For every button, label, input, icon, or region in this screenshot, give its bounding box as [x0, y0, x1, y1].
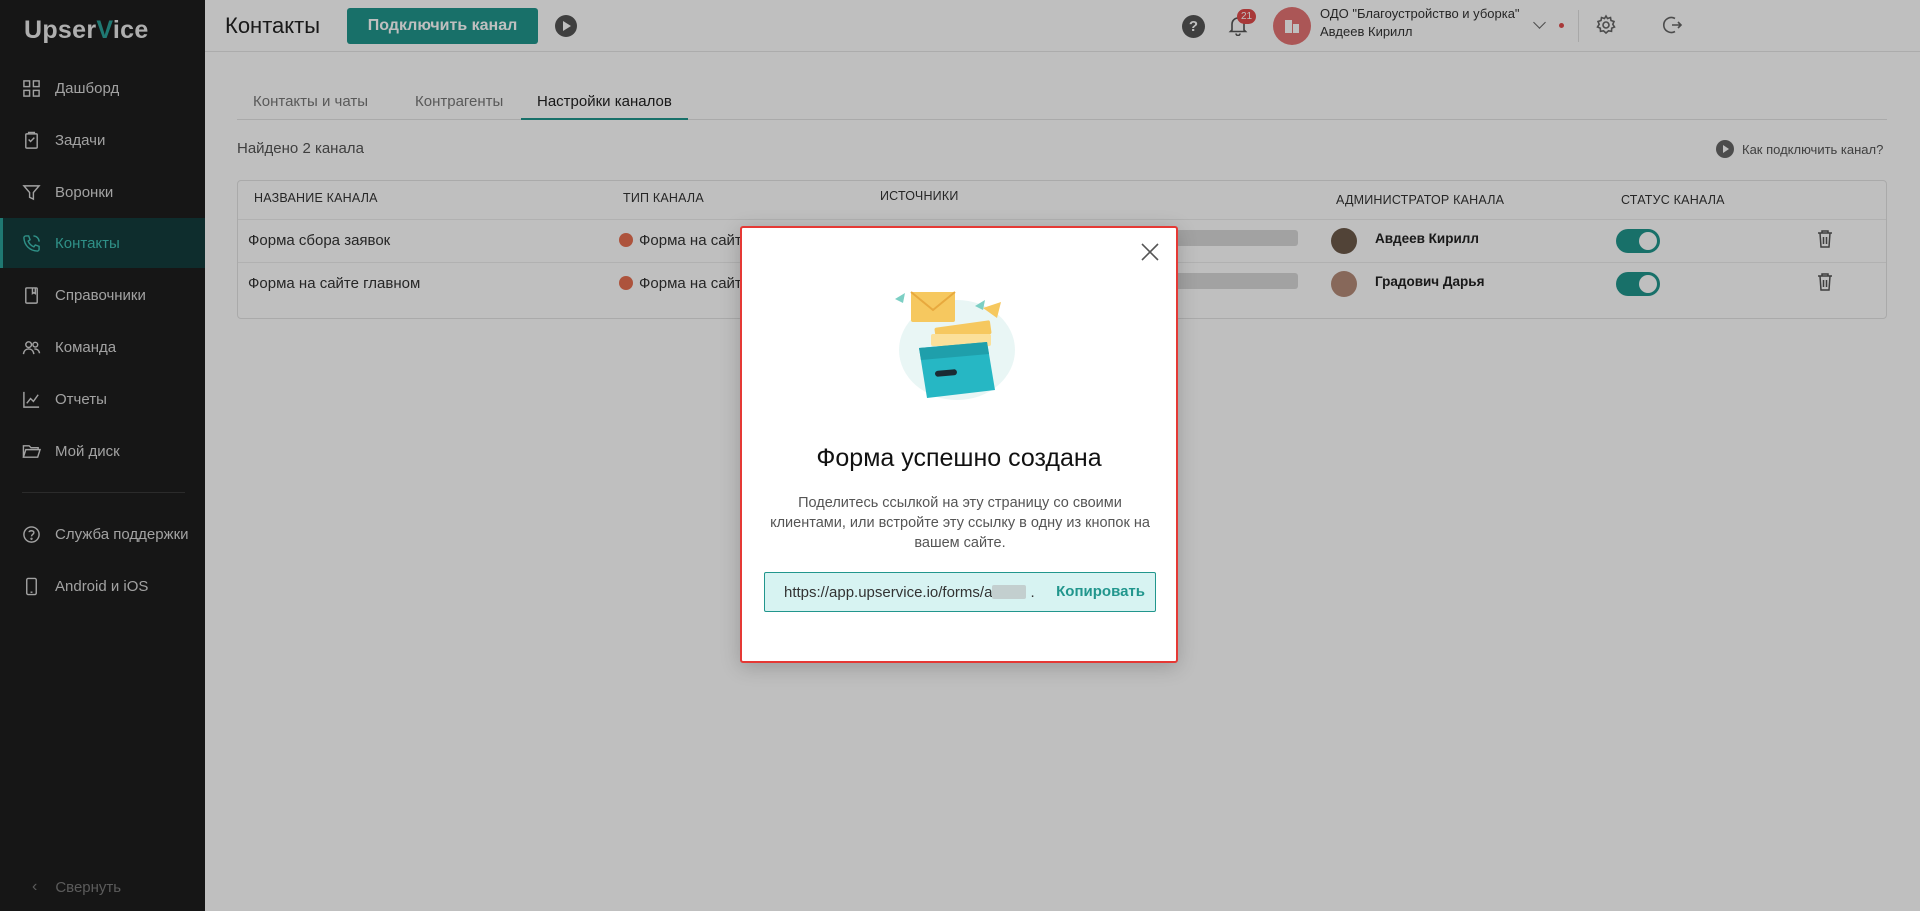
redacted-link-part — [992, 585, 1027, 599]
modal-title: Форма успешно создана — [816, 444, 1102, 472]
form-link-suffix: . — [1030, 583, 1035, 601]
mailbox-illustration-icon — [895, 291, 1015, 400]
form-created-modal: Форма успешно создана Поделитесь ссылкой… — [740, 226, 1178, 663]
form-link-text: https://app.upservice.io/forms/a — [784, 583, 993, 601]
form-link-url[interactable]: https://app.upservice.io/forms/a. — [784, 584, 1035, 601]
form-link-field[interactable]: https://app.upservice.io/forms/a. Копиро… — [764, 572, 1156, 612]
copy-button[interactable]: Копировать — [1056, 583, 1145, 600]
close-icon[interactable] — [1140, 242, 1160, 262]
modal-description: Поделитесь ссылкой на эту страницу со св… — [770, 495, 1150, 551]
